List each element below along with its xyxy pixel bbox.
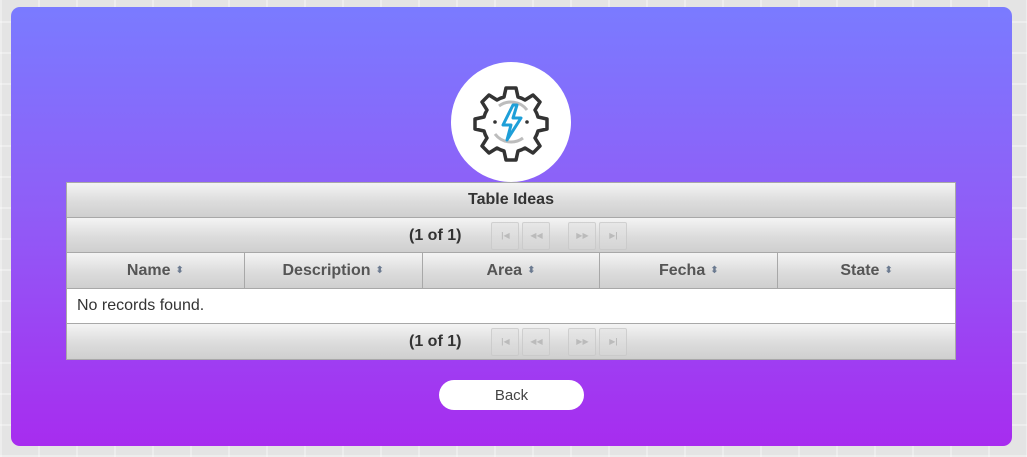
sort-icon: ⬍ (710, 264, 719, 276)
column-header-fecha[interactable]: Fecha ⬍ (600, 253, 779, 288)
column-header-name[interactable]: Name ⬍ (67, 253, 245, 288)
table-header-row: Name ⬍ Description ⬍ Area ⬍ Fecha ⬍ State ⬍ (67, 253, 955, 289)
sort-icon: ⬍ (884, 264, 893, 276)
back-button[interactable]: Back (439, 380, 584, 410)
next-page-button[interactable]: ▶▶ (568, 327, 597, 356)
last-page-button[interactable]: ▶| (599, 327, 628, 356)
paginator-current-page: (1 of 1) (409, 226, 462, 244)
sort-icon: ⬍ (527, 264, 536, 276)
sort-icon: ⬍ (375, 264, 384, 276)
prev-page-button[interactable]: ◀◀ (522, 221, 551, 250)
paginator-current-page: (1 of 1) (409, 332, 462, 350)
gear-lightning-icon (473, 86, 549, 162)
prev-page-button[interactable]: ◀◀ (522, 327, 551, 356)
last-page-button[interactable]: ▶| (599, 221, 628, 250)
empty-message: No records found. (67, 289, 955, 324)
column-header-area[interactable]: Area ⬍ (423, 253, 601, 288)
next-page-button[interactable]: ▶▶ (568, 221, 597, 250)
main-card: Table Ideas (1 of 1) |◀ ◀◀ ▶▶ ▶| Name ⬍ D… (11, 7, 1012, 446)
logo-badge (451, 62, 571, 182)
sort-icon: ⬍ (175, 264, 184, 276)
top-paginator: (1 of 1) |◀ ◀◀ ▶▶ ▶| (67, 218, 955, 253)
bottom-paginator: (1 of 1) |◀ ◀◀ ▶▶ ▶| (67, 324, 955, 359)
table-title: Table Ideas (67, 183, 955, 218)
column-header-state[interactable]: State ⬍ (778, 253, 955, 288)
first-page-button[interactable]: |◀ (491, 221, 520, 250)
first-page-button[interactable]: |◀ (491, 327, 520, 356)
column-header-description[interactable]: Description ⬍ (245, 253, 423, 288)
ideas-table: Table Ideas (1 of 1) |◀ ◀◀ ▶▶ ▶| Name ⬍ D… (66, 182, 956, 360)
